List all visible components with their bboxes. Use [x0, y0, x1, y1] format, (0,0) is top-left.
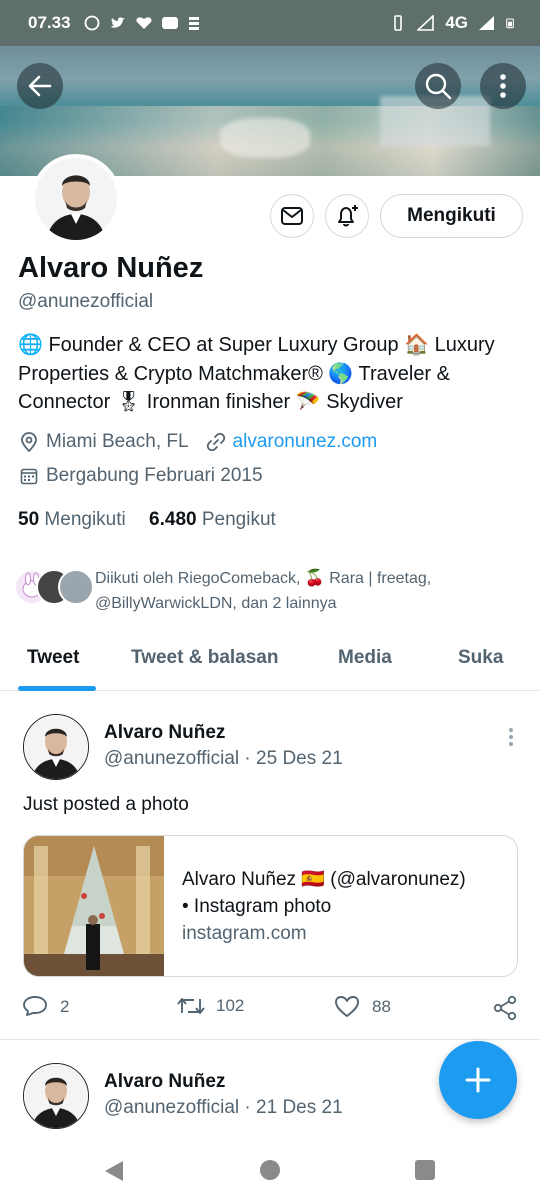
share-icon: [493, 995, 517, 1021]
card-image: [24, 836, 164, 976]
followers-stat[interactable]: 6.480 Pengikut: [149, 509, 276, 530]
search-button[interactable]: [415, 63, 461, 109]
tweet-author-name[interactable]: Alvaro Nuñez: [104, 1071, 225, 1093]
following-label: Mengikuti: [44, 509, 126, 530]
status-bar: 07.33 4G: [0, 0, 540, 46]
notifications-button[interactable]: [325, 194, 369, 238]
nav-recents-icon[interactable]: [414, 1159, 436, 1181]
vibrate-icon: [394, 15, 403, 31]
tweet-handle: @anunezofficial: [104, 748, 240, 769]
status-time: 07.33: [28, 13, 71, 32]
bio-line: Connector 🎖 Ironman finisher 🪂 Skydiver: [18, 391, 403, 413]
tweet-more-icon[interactable]: [506, 727, 516, 747]
profile-avatar[interactable]: [31, 154, 121, 244]
heart-icon: [335, 996, 359, 1017]
retweet-count: 102: [216, 996, 245, 1015]
bio-line: 🌐 Founder & CEO at Super Luxury Group 🏠 …: [18, 334, 495, 356]
profile-name: Alvaro Nuñez: [18, 252, 204, 284]
app-icon: [136, 17, 152, 29]
like-button[interactable]: 88: [334, 995, 391, 1019]
retweet-icon: [177, 998, 205, 1014]
tab-tweet-replies[interactable]: Tweet & balasan: [131, 647, 278, 669]
tweet-date: 21 Des 21: [256, 1097, 343, 1118]
tweet-avatar[interactable]: [23, 1063, 89, 1129]
card-domain: instagram.com: [182, 923, 307, 944]
calendar-icon: [18, 465, 40, 487]
nav-home-icon[interactable]: [259, 1159, 281, 1181]
tab-media[interactable]: Media: [338, 647, 392, 669]
compose-tweet-button[interactable]: [439, 1041, 517, 1119]
profile-handle: @anunezofficial: [18, 291, 154, 312]
nav-back-icon[interactable]: [103, 1159, 125, 1183]
mail-icon: [281, 207, 303, 225]
badge-icon: [161, 17, 178, 29]
tweet-handle: @anunezofficial: [104, 1097, 240, 1118]
search-icon: [425, 73, 452, 100]
reply-count: 2: [60, 997, 70, 1016]
link-icon: [205, 431, 227, 453]
twitter-icon: [110, 17, 125, 28]
followed-by-section[interactable]: Diikuti oleh RiegoComeback, 🍒 Rara | fre…: [14, 566, 514, 616]
signal-icon-2: [479, 16, 494, 30]
tweet-meta: @anunezofficial · 25 Des 21: [104, 748, 343, 769]
avatar-photo: [35, 158, 117, 240]
system-indicators: 4G: [389, 13, 518, 33]
tweet-date: 25 Des 21: [256, 748, 343, 769]
share-button[interactable]: [492, 995, 518, 1021]
website-link[interactable]: alvaronunez.com: [233, 431, 378, 453]
card-title: Alvaro Nuñez 🇪🇸 (@alvaronunez): [182, 869, 466, 890]
back-button[interactable]: [17, 63, 63, 109]
bio-line: Properties & Crypto Matchmaker® 🌎 Travel…: [18, 362, 450, 385]
plus-icon: [465, 1067, 491, 1093]
followers-count: 6.480: [149, 509, 197, 530]
network-type: 4G: [445, 13, 468, 32]
arrow-left-icon: [28, 75, 52, 97]
tweet-actions: 2 102 88: [0, 995, 540, 1025]
tweet-meta: @anunezofficial · 21 Des 21: [104, 1097, 343, 1118]
tweet[interactable]: Alvaro Nuñez @anunezofficial · 25 Des 21…: [0, 692, 540, 1040]
storage-icon: [188, 17, 199, 30]
active-tab-indicator: [18, 686, 96, 691]
tab-likes[interactable]: Suka: [458, 647, 503, 669]
card-title-2: • Instagram photo: [182, 896, 332, 917]
followers-label: Pengikut: [201, 509, 276, 530]
follower-avatar: [58, 569, 94, 605]
link-card[interactable]: Alvaro Nuñez 🇪🇸 (@alvaronunez) • Instagr…: [23, 835, 518, 977]
profile-meta-joined: Bergabung Februari 2015: [18, 465, 263, 487]
following-button[interactable]: Mengikuti: [380, 194, 523, 238]
profile-bio: 🌐 Founder & CEO at Super Luxury Group 🏠 …: [18, 331, 523, 417]
tweet-text: Just posted a photo: [23, 794, 189, 815]
message-button[interactable]: [270, 194, 314, 238]
follow-stats: 50 Mengikuti 6.480 Pengikut: [18, 509, 276, 531]
tweet-author-name[interactable]: Alvaro Nuñez: [104, 722, 225, 744]
like-count: 88: [372, 997, 391, 1016]
joined-text: Bergabung Februari 2015: [46, 465, 263, 486]
profile-tabs: Tweet Tweet & balasan Media Suka: [0, 630, 540, 691]
notification-icons: [83, 15, 205, 31]
tweet-avatar[interactable]: [23, 714, 89, 780]
battery-icon: [506, 18, 514, 29]
followed-by-text: Diikuti oleh RiegoComeback, 🍒 Rara | fre…: [95, 566, 431, 616]
signal-icon: [417, 15, 435, 31]
profile-meta-location: Miami Beach, FL alvaronunez.com: [18, 431, 377, 453]
more-options-button[interactable]: [480, 63, 526, 109]
location-pin-icon: [18, 431, 40, 453]
tab-tweet[interactable]: Tweet: [27, 647, 79, 669]
following-count: 50: [18, 509, 40, 530]
followed-by-line: @BillyWarwickLDN, dan 2 lainnya: [95, 595, 337, 612]
location-text: Miami Beach, FL: [46, 431, 189, 452]
followed-by-line: Diikuti oleh RiegoComeback, 🍒 Rara | fre…: [95, 570, 432, 587]
retweet-button[interactable]: 102: [176, 995, 244, 1017]
whatsapp-icon: [84, 15, 99, 31]
following-stat[interactable]: 50 Mengikuti: [18, 509, 126, 530]
reply-icon: [23, 996, 47, 1016]
reply-button[interactable]: 2: [22, 995, 69, 1019]
card-text: Alvaro Nuñez 🇪🇸 (@alvaronunez) • Instagr…: [182, 866, 466, 947]
system-nav-bar: [0, 1141, 540, 1200]
more-vertical-icon: [500, 74, 506, 98]
bell-plus-icon: [338, 205, 358, 227]
